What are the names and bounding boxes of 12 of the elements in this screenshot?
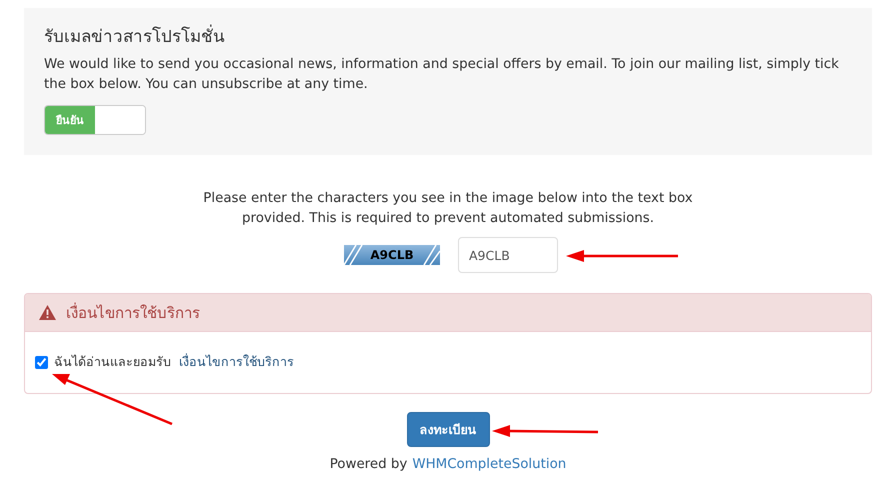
powered-by-text: Powered by: [330, 457, 408, 472]
captcha-input[interactable]: A9CLB: [458, 237, 558, 273]
footer-link[interactable]: WHMCompleteSolution: [412, 457, 566, 472]
terms-link[interactable]: เงื่อนไขการใช้บริการ: [179, 352, 294, 372]
captcha-image: A9CLB: [344, 245, 440, 265]
checkbox-label: ฉันได้อ่านและยอมรับ: [54, 353, 171, 371]
terms-title: เงื่อนไขการใช้บริการ: [66, 302, 200, 324]
register-button[interactable]: ลงทะเบียน: [406, 412, 490, 447]
captcha-instructions: Please enter the characters you see in the image below into the text box provided. This is required to prevent automated submissions.: [202, 190, 694, 228]
section-title: รับเมลข่าวสารโปรโมชั่น: [44, 22, 852, 49]
description-text: We would like to send you occasional news, information and special offers by email. To join our mailing list, simply tick the box below. You can unsubscribe at any time.: [44, 56, 840, 94]
toggle-switch[interactable]: ยืนยัน: [44, 105, 146, 135]
